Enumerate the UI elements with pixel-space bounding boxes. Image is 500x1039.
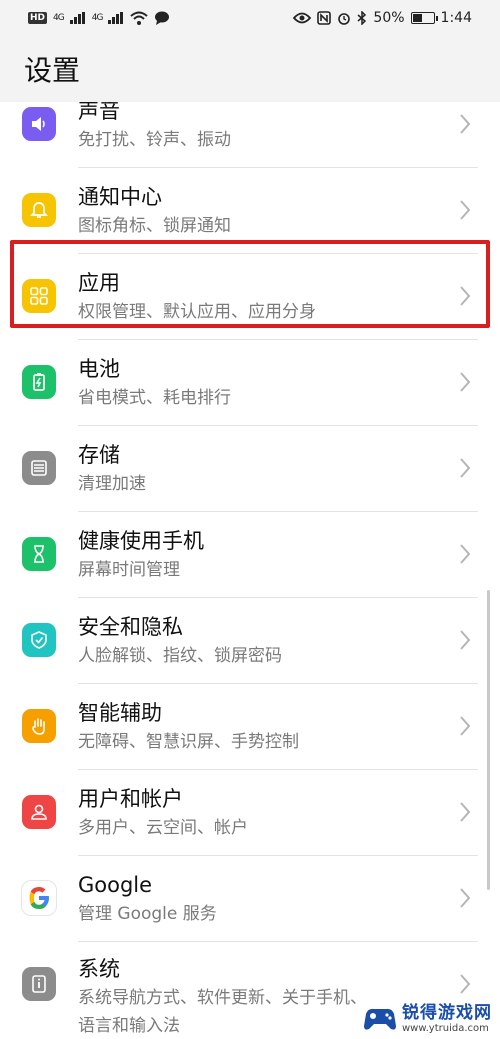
nfc-icon (317, 11, 332, 25)
wifi-icon (130, 11, 149, 25)
settings-item-subtitle: 免打扰、铃声、振动 (78, 130, 231, 150)
settings-item-title: 应用 (78, 271, 120, 295)
settings-item-texts: 健康使用手机屏幕时间管理 (78, 526, 450, 584)
settings-item-subtitle: 无障碍、智慧识屏、手势控制 (78, 732, 299, 752)
settings-item-subtitle: 权限管理、默认应用、应用分身 (78, 302, 316, 322)
google-icon (22, 881, 56, 915)
settings-item-texts: 声音免打扰、铃声、振动 (78, 102, 450, 154)
battery-percent: 50% (373, 10, 405, 26)
user-icon (22, 795, 56, 829)
settings-item-apps-grid[interactable]: 应用权限管理、默认应用、应用分身 (0, 254, 500, 340)
watermark: 锐得游戏网 www.ytruida.com (358, 1001, 496, 1037)
alarm-icon (338, 13, 351, 25)
speaker-icon (22, 107, 56, 141)
settings-item-subtitle: 清理加速 (78, 474, 146, 494)
phone-info-icon (22, 967, 56, 1001)
settings-item-title: 通知中心 (78, 185, 162, 209)
shield-icon (22, 623, 56, 657)
settings-item-user[interactable]: 用户和帐户多用户、云空间、帐户 (0, 770, 500, 856)
clock: 1:44 (440, 10, 472, 26)
settings-item-bell[interactable]: 通知中心图标角标、锁屏通知 (0, 168, 500, 254)
settings-item-texts: 安全和隐私人脸解锁、指纹、锁屏密码 (78, 612, 450, 670)
settings-item-title: Google (78, 873, 153, 897)
settings-item-speaker[interactable]: 声音免打扰、铃声、振动 (0, 102, 500, 168)
settings-item-hourglass[interactable]: 健康使用手机屏幕时间管理 (0, 512, 500, 598)
chevron-right-icon (460, 544, 471, 564)
settings-item-title: 用户和帐户 (78, 787, 183, 811)
status-bar-right: 50% 1:44 (293, 10, 472, 26)
settings-item-texts: 通知中心图标角标、锁屏通知 (78, 182, 450, 240)
watermark-url: www.ytruida.com (402, 1023, 489, 1034)
settings-item-google[interactable]: Google 管理 Google 服务 (0, 856, 500, 942)
settings-item-texts: Google 管理 Google 服务 (78, 870, 450, 928)
chevron-right-icon (460, 888, 471, 908)
settings-item-subtitle: 管理 Google 服务 (78, 904, 217, 924)
settings-item-battery[interactable]: 电池省电模式、耗电排行 (0, 340, 500, 426)
settings-item-title: 智能辅助 (78, 701, 162, 725)
settings-item-texts: 用户和帐户多用户、云空间、帐户 (78, 784, 450, 842)
settings-item-subtitle: 多用户、云空间、帐户 (78, 818, 248, 838)
settings-list[interactable]: 声音免打扰、铃声、振动通知中心图标角标、锁屏通知应用权限管理、默认应用、应用分身… (0, 102, 500, 1039)
hd-badge: HD (28, 12, 48, 24)
status-bar: HD 4G 4G 50% 1:44 (0, 0, 500, 36)
bell-icon (22, 193, 56, 227)
page-title: 设置 (0, 36, 500, 102)
settings-item-storage[interactable]: 存储 清理加速 (0, 426, 500, 512)
chevron-right-icon (460, 630, 471, 650)
bluetooth-icon (357, 11, 367, 25)
signal-4g-label-1: 4G (53, 13, 65, 23)
settings-item-texts: 电池省电模式、耗电排行 (78, 354, 450, 412)
settings-item-texts: 应用权限管理、默认应用、应用分身 (78, 268, 450, 326)
settings-item-shield[interactable]: 安全和隐私人脸解锁、指纹、锁屏密码 (0, 598, 500, 684)
settings-item-texts: 存储 清理加速 (78, 440, 450, 498)
chevron-right-icon (460, 974, 471, 994)
settings-item-subtitle: 屏幕时间管理 (78, 560, 180, 580)
chevron-right-icon (460, 716, 471, 736)
settings-item-texts: 智能辅助无障碍、智慧识屏、手势控制 (78, 698, 450, 756)
hand-icon (22, 709, 56, 743)
settings-item-title: 健康使用手机 (78, 529, 204, 553)
settings-item-title: 声音 (78, 102, 120, 123)
chevron-right-icon (460, 286, 471, 306)
settings-item-title: 电池 (78, 357, 120, 381)
storage-icon (22, 451, 56, 485)
battery-icon (22, 365, 56, 399)
settings-item-title: 安全和隐私 (78, 615, 183, 639)
chevron-right-icon (460, 372, 471, 392)
chevron-right-icon (460, 200, 471, 220)
settings-item-subtitle: 人脸解锁、指纹、锁屏密码 (78, 646, 282, 666)
settings-item-title: 系统 (78, 957, 120, 981)
settings-item-hand[interactable]: 智能辅助无障碍、智慧识屏、手势控制 (0, 684, 500, 770)
settings-item-subtitle: 图标角标、锁屏通知 (78, 216, 231, 236)
chevron-right-icon (460, 458, 471, 478)
signal-4g-label-2: 4G (91, 13, 104, 23)
settings-item-subtitle: 省电模式、耗电排行 (78, 388, 231, 408)
gamepad-logo-icon (364, 1008, 396, 1030)
chevron-right-icon (460, 802, 471, 822)
hourglass-icon (22, 537, 56, 571)
signal-bars-icon (69, 12, 85, 24)
scrollbar[interactable] (487, 590, 490, 890)
settings-item-title: 存储 (78, 443, 120, 467)
battery-icon (410, 12, 438, 24)
chat-bubble-icon (155, 11, 170, 25)
chevron-right-icon (460, 114, 471, 134)
watermark-title: 锐得游戏网 (402, 1003, 492, 1023)
eye-icon (293, 12, 312, 24)
signal-bars-icon (108, 12, 124, 24)
status-bar-left: HD 4G 4G (28, 11, 170, 25)
apps-grid-icon (22, 279, 56, 313)
